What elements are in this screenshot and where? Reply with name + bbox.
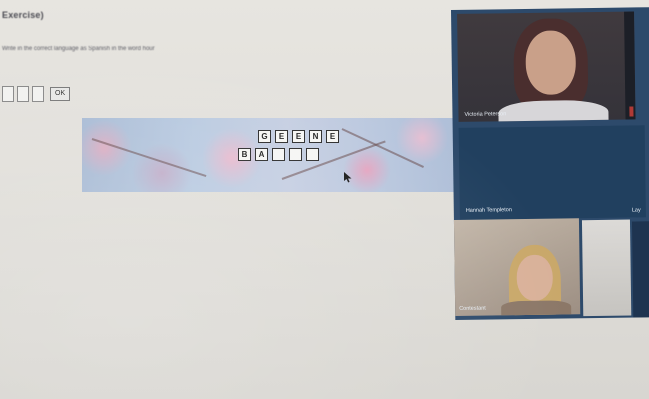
participant-name: Hannah Templeton — [465, 207, 512, 214]
puzzle-cell[interactable] — [272, 148, 285, 161]
puzzle-cell[interactable]: E — [326, 130, 339, 143]
blossom-branch — [91, 138, 207, 178]
answer-input-2[interactable] — [17, 86, 29, 102]
participant-video-5[interactable] — [631, 221, 649, 318]
mouse-cursor-icon — [344, 172, 352, 183]
video-call-panel: Victoria Peterson Hannah Templeton Lay C… — [451, 7, 649, 320]
answer-row: OK — [2, 86, 71, 102]
page-title: Exercise) — [2, 10, 44, 20]
participant-shirt — [498, 99, 609, 122]
participant-face — [516, 254, 554, 302]
puzzle-cell[interactable]: G — [258, 130, 271, 143]
puzzle-cell[interactable]: A — [255, 148, 268, 161]
side-strip — [624, 11, 636, 120]
participant-video-2[interactable]: Hannah Templeton Lay — [458, 125, 646, 220]
puzzle-cell[interactable] — [289, 148, 302, 161]
participant-name: Contestant — [459, 305, 486, 312]
answer-input-3[interactable] — [32, 86, 44, 102]
puzzle-cell[interactable]: B — [238, 148, 251, 161]
instruction-text: Write in the correct language as Spanish… — [2, 46, 155, 52]
crossword-puzzle: G E E N E B A — [82, 118, 456, 192]
puzzle-row-1: G E E N E — [258, 130, 339, 143]
participant-name: Victoria Peterson — [464, 111, 507, 118]
participant-name: Lay — [631, 207, 641, 214]
puzzle-row-2: B A — [238, 148, 319, 161]
participant-video-1[interactable]: Victoria Peterson — [457, 11, 636, 122]
participant-video-3[interactable]: Contestant — [453, 218, 581, 316]
participant-video-4[interactable] — [581, 219, 632, 317]
participant-face — [525, 30, 577, 95]
puzzle-cell[interactable] — [306, 148, 319, 161]
blossom-branch — [341, 128, 424, 168]
puzzle-cell[interactable]: E — [292, 130, 305, 143]
recording-indicator-icon — [629, 106, 634, 117]
participant-body — [501, 300, 572, 316]
puzzle-cell[interactable]: N — [309, 130, 322, 143]
screen: Exercise) Write in the correct language … — [0, 0, 649, 399]
answer-input-1[interactable] — [2, 86, 14, 102]
puzzle-cell[interactable]: E — [275, 130, 288, 143]
ok-button[interactable]: OK — [50, 87, 71, 101]
